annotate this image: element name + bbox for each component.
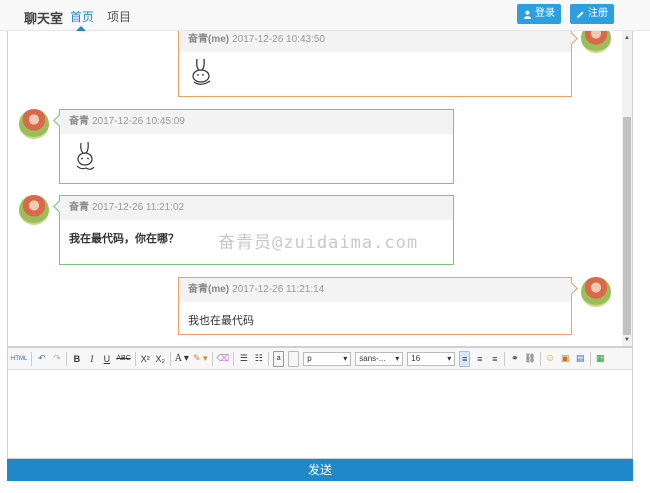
paste-icon[interactable] — [288, 350, 300, 367]
register-button[interactable]: 注册 — [570, 4, 614, 24]
superscript-icon[interactable]: X² — [140, 351, 151, 367]
nav-link-home[interactable]: 首页 — [70, 8, 94, 25]
message-sender: 奋青 — [69, 202, 89, 213]
rabbit-emoji-icon — [60, 134, 453, 177]
message-time: 2017-12-26 11:21:02 — [92, 202, 185, 213]
italic-icon[interactable]: I — [86, 351, 97, 367]
brand-title[interactable]: 聊天室 — [24, 8, 63, 27]
send-button[interactable]: 发送 — [7, 459, 633, 481]
message-input[interactable] — [8, 370, 632, 458]
eraser-icon[interactable]: ⌫ — [217, 351, 230, 367]
html-source-button[interactable]: HTML — [11, 351, 27, 367]
editor-toolbar: HTML ↶ ↷ B I U ABC X² X₂ A ▾ ✎ ▾ ⌫ ☰ ☷ a… — [8, 348, 632, 370]
watermark: 奋青员@zuidaima.com — [218, 233, 419, 253]
undo-icon[interactable]: ↶ — [36, 351, 47, 367]
bold-icon[interactable]: B — [71, 351, 82, 367]
align-center-icon[interactable]: ≡ — [474, 351, 485, 367]
login-label: 登录 — [535, 8, 555, 19]
scroll-up-arrow-icon[interactable]: ▲ — [622, 33, 632, 43]
pencil-icon — [576, 10, 584, 18]
message-time: 2017-12-26 10:43:50 — [232, 34, 325, 45]
message-bubble: 奋青(me) 2017-12-26 10:43:50 — [178, 31, 578, 97]
font-family-select[interactable]: sans-... ▾ — [355, 351, 404, 366]
ordered-list-icon[interactable]: ☰ — [238, 351, 249, 367]
avatar[interactable] — [581, 277, 611, 307]
rabbit-emoji-icon — [179, 52, 571, 91]
underline-icon[interactable]: U — [101, 351, 112, 367]
scroll-down-arrow-icon[interactable]: ▼ — [622, 335, 632, 345]
nav-link-projects[interactable]: 项目 — [107, 8, 131, 25]
login-button[interactable]: 登录 — [517, 4, 561, 24]
unordered-list-icon[interactable]: ☷ — [253, 351, 264, 367]
chat-scrollbar[interactable]: ▲ ▼ — [622, 31, 632, 346]
message-sender: 奋青(me) — [188, 284, 230, 295]
align-right-icon[interactable]: ≡ — [489, 351, 500, 367]
message-bubble: 奋青(me) 2017-12-26 11:21:14 我也在最代码 — [178, 277, 578, 335]
avatar[interactable] — [19, 109, 49, 139]
strikethrough-icon[interactable]: ABC — [116, 351, 130, 367]
paste-text-icon[interactable]: a — [273, 350, 285, 367]
avatar[interactable] — [19, 195, 49, 225]
subscript-icon[interactable]: X₂ — [155, 351, 166, 367]
format-select[interactable]: p ▾ — [303, 351, 352, 366]
table-icon[interactable]: ▦ — [595, 351, 606, 367]
avatar[interactable] — [581, 31, 611, 53]
message-bubble: 奋青 2017-12-26 10:45:09 — [53, 109, 454, 184]
chat-message-area[interactable]: 奋青(me) 2017-12-26 10:43:50 奋青 2017-12-26 1… — [7, 31, 633, 347]
align-left-icon[interactable]: ≡ — [459, 350, 471, 367]
navbar: 聊天室 首页 项目 登录 注册 — [0, 0, 650, 31]
file-icon[interactable]: ▤ — [575, 351, 586, 367]
message-sender: 奋青(me) — [188, 34, 230, 45]
message-time: 2017-12-26 11:21:14 — [232, 284, 325, 295]
message-time: 2017-12-26 10:45:09 — [92, 116, 185, 127]
link-icon[interactable]: ⚭ — [509, 351, 520, 367]
register-label: 注册 — [588, 8, 608, 19]
unlink-icon[interactable]: ⛓ — [524, 351, 535, 367]
scroll-thumb[interactable] — [623, 117, 631, 335]
user-icon — [523, 10, 532, 19]
emoji-icon[interactable]: ☺ — [545, 351, 556, 367]
redo-icon[interactable]: ↷ — [51, 351, 62, 367]
image-icon[interactable]: ▣ — [560, 351, 571, 367]
message-editor: HTML ↶ ↷ B I U ABC X² X₂ A ▾ ✎ ▾ ⌫ ☰ ☷ a… — [7, 347, 633, 459]
font-size-select[interactable]: 16 ▾ — [407, 351, 456, 366]
message-sender: 奋青 — [69, 116, 89, 127]
message-text: 我也在最代码 — [188, 315, 254, 327]
font-color-icon[interactable]: A ▾ — [175, 351, 189, 367]
highlight-color-icon[interactable]: ✎ ▾ — [193, 351, 208, 367]
